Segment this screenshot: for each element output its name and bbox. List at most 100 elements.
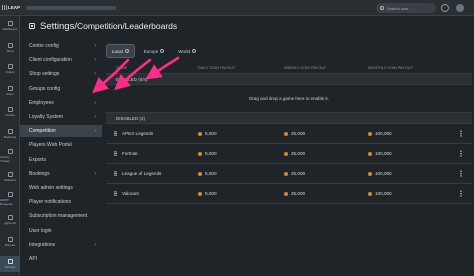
app-window: LEAP Search user Dashboard Shop Orders User… — [0, 0, 474, 276]
menu-item-subscription-management[interactable]: Subscription management — [20, 210, 102, 222]
menu-item-client-configuration[interactable]: Client configuration › — [20, 54, 102, 66]
menu-item-label: Shop settings — [29, 71, 60, 78]
avatar[interactable] — [456, 4, 464, 12]
coin-icon — [198, 171, 202, 176]
more-options-icon[interactable] — [460, 150, 462, 157]
chevron-right-icon: › — [94, 57, 96, 64]
menu-item-label: Client configuration — [29, 57, 72, 64]
settings-icon — [7, 258, 13, 264]
more-options-icon[interactable] — [460, 190, 462, 197]
coin-icon — [284, 171, 288, 176]
page-header: Settings/Competition/Leaderboards — [20, 16, 474, 36]
help-circle-icon[interactable] — [191, 49, 196, 53]
chevron-right-icon: › — [94, 85, 96, 92]
bookings-icon — [7, 129, 13, 134]
rail-item-label: Settings — [4, 264, 16, 269]
rail-item-gdpr-requests[interactable]: GDPR Requests — [0, 191, 20, 207]
column-header-weekly: WEEKLY COIN PAYOUT — [284, 65, 327, 70]
discord-icon — [7, 237, 13, 242]
menu-item-api[interactable]: API — [20, 253, 102, 265]
menu-item-exports[interactable]: Exports — [20, 154, 102, 166]
logo[interactable]: LEAP — [0, 0, 22, 16]
menu-item-label: Players Web Portal — [29, 142, 72, 149]
rail-item-shop[interactable]: Shop — [0, 40, 20, 56]
help-circle-icon[interactable] — [124, 49, 129, 53]
menu-item-label: Center config — [29, 43, 59, 49]
daily-payout-value: 5,000 — [205, 191, 217, 196]
rail-item-guests[interactable]: Guests — [0, 104, 20, 120]
chevron-right-icon: › — [94, 170, 96, 177]
table-row[interactable]: Valorant 5,000 25,000 100,000 — [106, 184, 472, 204]
menu-item-label: Groups config — [29, 85, 61, 92]
rail-item-label: Discord — [4, 243, 16, 247]
coin-icon — [284, 151, 288, 156]
monthly-payout: 100,000 — [368, 171, 448, 176]
drop-zone[interactable]: Drag and drop a game here to enable it. — [106, 85, 472, 113]
daily-payout: 5,000 — [198, 131, 284, 136]
drag-handle-icon[interactable] — [114, 131, 117, 136]
search-placeholder: Search user — [387, 5, 409, 11]
rail-item-ggcircuit[interactable]: ggCircuit — [0, 212, 20, 228]
rail-item-users[interactable]: Users — [0, 83, 20, 99]
chevron-right-icon: › — [94, 43, 96, 49]
menu-item-player-notifications[interactable]: Player notifications — [20, 196, 102, 208]
table-row[interactable]: APEX Legends 5,000 25,000 100,000 — [106, 124, 472, 144]
leaderboards-panel: Local Europe World GAME DAILY COIN PAYOUT … — [106, 38, 472, 276]
monthly-payout-value: 100,000 — [375, 191, 392, 196]
game-name: APEX Legends — [122, 131, 154, 136]
more-options-icon[interactable] — [460, 130, 462, 137]
menu-item-label: Web admin settings — [29, 185, 73, 191]
more-options-icon[interactable] — [460, 170, 462, 177]
center-name-redacted — [26, 5, 116, 10]
drag-handle-icon[interactable] — [114, 151, 117, 156]
table-row[interactable]: Fortnite 5,000 25,000 100,000 — [106, 144, 472, 164]
rail-item-settings[interactable]: Settings — [0, 255, 20, 272]
monthly-payout-value: 100,000 — [375, 131, 392, 136]
menu-item-competition[interactable]: Competition › — [20, 125, 102, 138]
rail-item-label: Dashboard — [2, 27, 18, 31]
tab-europe[interactable]: Europe — [139, 44, 170, 58]
menu-item-shop-settings[interactable]: Shop settings › — [20, 68, 102, 80]
drag-handle-icon[interactable] — [114, 191, 117, 196]
menu-item-center-config[interactable]: Center config › — [20, 40, 102, 52]
tab-world[interactable]: World — [173, 44, 201, 58]
gdpr-icon — [7, 191, 13, 197]
settings-page-icon — [29, 23, 35, 29]
rail-item-orders[interactable]: Orders — [0, 61, 20, 77]
search-input[interactable]: Search user — [376, 3, 436, 13]
rail-item-label: Users — [6, 91, 14, 96]
help-icon[interactable] — [441, 4, 449, 12]
menu-item-integrations[interactable]: Integrations › — [20, 239, 102, 251]
disabled-games-list: APEX Legends 5,000 25,000 100,000 Fortnite 5,… — [106, 124, 472, 204]
coin-icon — [198, 131, 202, 136]
help-circle-icon[interactable] — [160, 49, 165, 53]
menu-item-web-admin-settings[interactable]: Web admin settings — [20, 182, 102, 194]
rail-item-label: GDPR Requests — [0, 197, 13, 206]
rail-item-discord[interactable]: Discord — [0, 234, 20, 250]
rail-item-bookings[interactable]: Bookings — [0, 126, 20, 142]
table-row[interactable]: League of Legends 5,000 25,000 100,000 — [106, 164, 472, 184]
coin-icon — [198, 191, 202, 196]
rail-item-activity-tracker[interactable]: Activity Tracker — [0, 148, 20, 164]
menu-item-employees[interactable]: Employees › — [20, 97, 102, 109]
rail-item-label: Shop — [6, 48, 14, 53]
tab-label: Local — [112, 48, 123, 54]
menu-item-bookings[interactable]: Bookings › — [20, 168, 102, 180]
settings-menu: Center config › Client configuration › Shop … — [20, 38, 102, 276]
coin-icon — [284, 131, 288, 136]
menu-item-loyalty-system[interactable]: Loyalty System › — [20, 111, 102, 123]
tab-local[interactable]: Local — [106, 44, 135, 58]
rail-item-dashboard[interactable]: Dashboard — [0, 18, 20, 34]
menu-item-label: User login — [29, 227, 52, 234]
rail-item-statistics[interactable]: Statistics — [0, 169, 20, 185]
monthly-payout: 100,000 — [368, 151, 448, 156]
logo-text: LEAP — [7, 5, 20, 10]
menu-item-user-login[interactable]: User login — [20, 225, 102, 237]
menu-item-players-web-portal[interactable]: Players Web Portal — [20, 139, 102, 151]
weekly-payout-value: 25,000 — [291, 131, 306, 136]
menu-item-groups-config[interactable]: Groups config › — [20, 83, 102, 95]
drag-handle-icon[interactable] — [114, 171, 117, 176]
weekly-payout-value: 25,000 — [291, 191, 306, 196]
circuit-icon — [7, 215, 13, 221]
shop-icon — [7, 42, 13, 48]
